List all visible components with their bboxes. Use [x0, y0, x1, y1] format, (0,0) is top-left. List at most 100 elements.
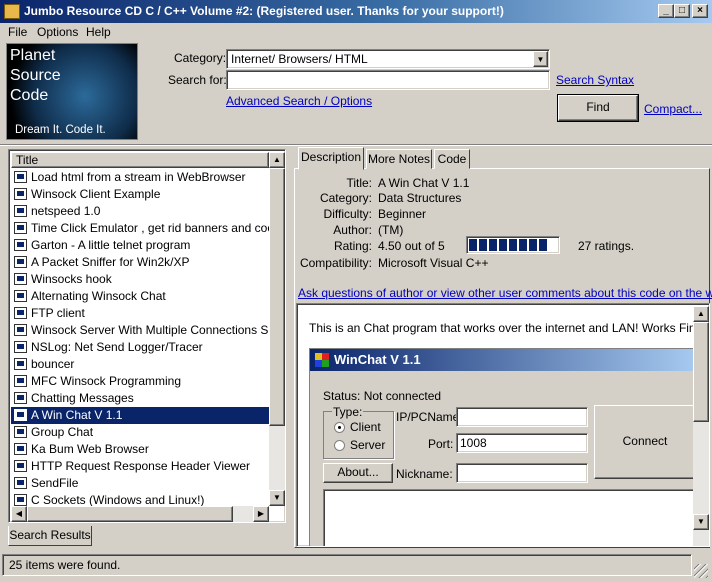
viewer-scrollbar[interactable]: ▲ ▼ — [693, 306, 709, 546]
list-item-label: NSLog: Net Send Logger/Tracer — [31, 340, 203, 354]
logo-tagline: Dream It. Code It. — [15, 124, 106, 136]
list-item-label: FTP client — [31, 306, 85, 320]
list-item[interactable]: netspeed 1.0 — [11, 203, 269, 220]
title-prop-value: A Win Chat V 1.1 — [378, 176, 470, 190]
list-item-label: MFC Winsock Programming — [31, 374, 182, 388]
rating-bar-fill — [469, 239, 548, 251]
rating-bar — [466, 236, 560, 254]
menu-help[interactable]: Help — [86, 25, 111, 39]
ip-input[interactable] — [456, 407, 588, 427]
viewer-scroll-up-icon[interactable]: ▲ — [693, 306, 709, 322]
list-item[interactable]: HTTP Request Response Header Viewer — [11, 458, 269, 475]
description-viewer[interactable]: This is an Chat program that works over … — [296, 303, 710, 547]
list-item[interactable]: Winsock Client Example — [11, 186, 269, 203]
list-item[interactable]: Garton - A little telnet program — [11, 237, 269, 254]
list-horizontal-scrollbar[interactable]: ◀ ▶ — [11, 506, 269, 522]
status-bar: 25 items were found. — [2, 554, 692, 576]
list-item[interactable]: Load html from a stream in WebBrowser — [11, 169, 269, 186]
list-vertical-scrollbar[interactable]: ▲ ▼ — [269, 152, 285, 506]
nickname-label: Nickname: — [396, 467, 453, 481]
list-item[interactable]: MFC Winsock Programming — [11, 373, 269, 390]
scroll-down-icon[interactable]: ▼ — [269, 490, 285, 506]
list-column-header[interactable]: Title — [11, 152, 269, 168]
code-item-icon — [14, 375, 27, 387]
connect-button[interactable]: Connect — [594, 405, 696, 479]
client-radio[interactable] — [334, 422, 345, 433]
search-syntax-link[interactable]: Search Syntax — [556, 73, 634, 87]
code-item-icon — [14, 426, 27, 438]
compatibility-prop-value: Microsoft Visual C++ — [378, 256, 489, 270]
list-item[interactable]: NSLog: Net Send Logger/Tracer — [11, 339, 269, 356]
list-item-label: Alternating Winsock Chat — [31, 289, 166, 303]
title-prop-label: Title: — [346, 176, 372, 190]
chat-log[interactable] — [323, 489, 696, 546]
viewer-scroll-thumb[interactable] — [693, 322, 709, 422]
code-item-icon — [14, 188, 27, 200]
list-item[interactable]: Ka Bum Web Browser — [11, 441, 269, 458]
list-item[interactable]: Chatting Messages — [11, 390, 269, 407]
list-item[interactable]: Alternating Winsock Chat — [11, 288, 269, 305]
tab-description[interactable]: Description — [298, 147, 364, 170]
advanced-search-link[interactable]: Advanced Search / Options — [226, 94, 372, 108]
chevron-down-icon[interactable]: ▼ — [533, 51, 548, 67]
list-item-label: Winsock Server With Multiple Connections… — [31, 323, 269, 337]
client-label: Client — [350, 420, 381, 434]
tab-search-results[interactable]: Search Results — [8, 526, 92, 546]
list-item[interactable]: Time Click Emulator , get rid banners an… — [11, 220, 269, 237]
list-item-label: HTTP Request Response Header Viewer — [31, 459, 250, 473]
about-button[interactable]: About... — [323, 463, 393, 483]
compact-link[interactable]: Compact... — [644, 102, 702, 116]
list-item[interactable]: A Packet Sniffer for Win2k/XP — [11, 254, 269, 271]
list-item[interactable]: bouncer — [11, 356, 269, 373]
code-item-icon — [14, 273, 27, 285]
code-item-icon — [14, 392, 27, 404]
difficulty-prop-value: Beginner — [378, 207, 427, 221]
code-item-icon — [14, 324, 27, 336]
list-item-label: SendFile — [31, 476, 79, 490]
ask-questions-link[interactable]: Ask questions of author or view other us… — [298, 286, 712, 300]
list-item[interactable]: Group Chat — [11, 424, 269, 441]
scroll-thumb[interactable] — [269, 168, 285, 426]
title-bar[interactable]: Jumbo Resource CD C / C++ Volume #2: (Re… — [0, 0, 712, 23]
minimize-button[interactable]: _ — [658, 4, 674, 18]
search-label: Search for: — [168, 73, 227, 87]
port-input[interactable]: 1008 — [456, 433, 588, 453]
code-item-icon — [14, 494, 27, 506]
code-item-icon — [14, 239, 27, 251]
tab-more-notes[interactable]: More Notes — [366, 149, 432, 169]
results-list[interactable]: Title Load html from a stream in WebBrow… — [8, 149, 286, 523]
app-icon — [4, 4, 20, 19]
category-dropdown[interactable]: Internet/ Browsers/ HTML ▼ — [226, 49, 550, 69]
list-item-label: Load html from a stream in WebBrowser — [31, 170, 246, 184]
difficulty-prop-label: Difficulty: — [323, 207, 372, 221]
find-button[interactable]: Find — [557, 94, 639, 122]
close-button[interactable]: × — [692, 4, 708, 18]
list-item[interactable]: A Win Chat V 1.1 — [11, 407, 269, 424]
scroll-up-icon[interactable]: ▲ — [269, 152, 285, 168]
menu-options[interactable]: Options — [37, 25, 78, 39]
tab-code[interactable]: Code — [434, 149, 470, 169]
list-item[interactable]: FTP client — [11, 305, 269, 322]
nickname-input[interactable] — [456, 463, 588, 483]
viewer-scroll-down-icon[interactable]: ▼ — [693, 514, 709, 530]
scroll-left-icon[interactable]: ◀ — [11, 506, 27, 522]
window-title: Jumbo Resource CD C / C++ Volume #2: (Re… — [24, 4, 504, 18]
list-item[interactable]: Winsocks hook — [11, 271, 269, 288]
list-item[interactable]: SendFile — [11, 475, 269, 492]
category-label: Category: — [174, 51, 227, 65]
server-label: Server — [350, 438, 386, 452]
category-value: Internet/ Browsers/ HTML — [231, 52, 368, 66]
hscroll-thumb[interactable] — [27, 506, 233, 522]
port-label: Port: — [428, 437, 454, 451]
server-radio[interactable] — [334, 440, 345, 451]
code-item-icon — [14, 443, 27, 455]
code-item-icon — [14, 205, 27, 217]
list-header-label: Title — [16, 153, 39, 167]
list-item[interactable]: Winsock Server With Multiple Connections… — [11, 322, 269, 339]
scroll-right-icon[interactable]: ▶ — [253, 506, 269, 522]
menu-file[interactable]: File — [8, 25, 27, 39]
search-input[interactable] — [226, 70, 550, 90]
resize-grip-icon[interactable] — [694, 564, 708, 578]
author-prop-value: (TM) — [378, 223, 404, 237]
maximize-button[interactable]: □ — [674, 4, 690, 18]
